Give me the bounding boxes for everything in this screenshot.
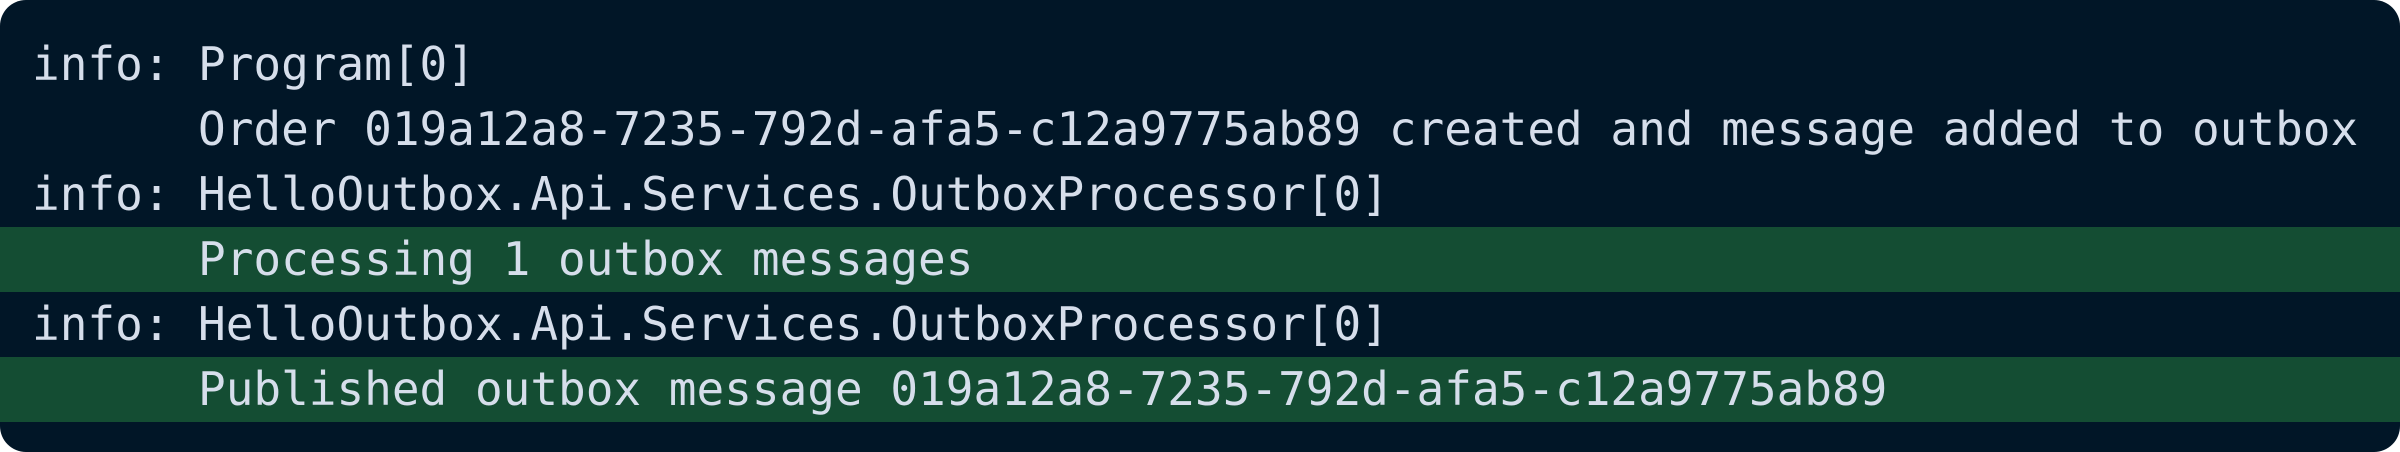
highlighted-log-message-line: Published outbox message 019a12a8-7235-7… <box>0 357 2400 422</box>
log-level: info: <box>32 37 171 91</box>
log-message-line: Order 019a12a8-7235-792d-afa5-c12a9775ab… <box>0 97 2400 162</box>
log-category-line: info: HelloOutbox.Api.Services.OutboxPro… <box>0 292 2400 357</box>
log-message: Published outbox message 019a12a8-7235-7… <box>198 362 1888 416</box>
highlighted-log-message-line: Processing 1 outbox messages <box>0 227 2400 292</box>
log-category-line: info: Program[0] <box>0 32 2400 97</box>
log-category-line: info: HelloOutbox.Api.Services.OutboxPro… <box>0 162 2400 227</box>
log-level: info: <box>32 297 171 351</box>
log-message: Order 019a12a8-7235-792d-afa5-c12a9775ab… <box>198 102 2359 156</box>
log-level: info: <box>32 167 171 221</box>
log-message: Processing 1 outbox messages <box>198 232 974 286</box>
terminal-window: info: Program[0] Order 019a12a8-7235-792… <box>0 0 2400 452</box>
log-category: Program[0] <box>198 37 475 91</box>
log-category: HelloOutbox.Api.Services.OutboxProcessor… <box>198 297 1389 351</box>
log-category: HelloOutbox.Api.Services.OutboxProcessor… <box>198 167 1389 221</box>
